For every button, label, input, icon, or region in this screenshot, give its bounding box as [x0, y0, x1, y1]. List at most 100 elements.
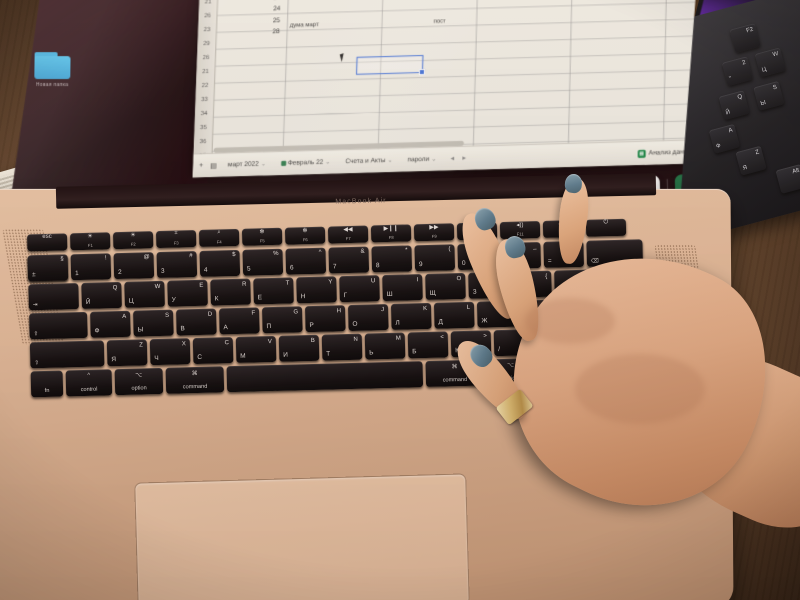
key-R[interactable]: RК [210, 278, 251, 306]
key-label: ⇥ [32, 301, 38, 308]
key-N[interactable]: NТ [321, 333, 363, 361]
key-num-±[interactable]: § ± [27, 254, 69, 282]
key-label: X [181, 340, 186, 347]
key-W[interactable]: WЦ [124, 280, 165, 308]
key-D[interactable]: DВ [176, 308, 217, 336]
key-B[interactable]: BИ [278, 334, 320, 362]
spreadsheet-window[interactable]: 24212623292621223334353637 2223242528 ду… [193, 0, 700, 178]
key-Q[interactable]: QЙ [81, 281, 122, 310]
data-cell[interactable]: 28 [272, 28, 279, 35]
key-label: F4 [216, 239, 222, 245]
all-sheets-button[interactable]: ▤ [210, 161, 217, 169]
key-I[interactable]: IШ [382, 274, 423, 302]
key-E[interactable]: EУ [167, 279, 208, 307]
sheet-tab[interactable]: Счета и Акты ⌄ [341, 155, 397, 168]
row-header[interactable]: 26 [198, 13, 216, 19]
key-fn[interactable]: fn [30, 370, 64, 398]
key-shift-left[interactable]: ⇧ [29, 340, 105, 369]
key-fn-F4[interactable]: ⌕ F4 [198, 228, 240, 247]
key-num-3[interactable]: #3 [156, 250, 198, 279]
key-fn-F7[interactable]: ◀◀ F7 [327, 225, 369, 244]
data-cell[interactable]: 24 [273, 5, 280, 12]
chevron-down-icon[interactable]: ⌄ [431, 156, 436, 163]
key-option[interactable]: option ⌥ [114, 367, 164, 396]
nav-next-icon[interactable]: ► [461, 155, 467, 161]
key-G[interactable]: GП [261, 306, 303, 334]
add-sheet-button[interactable]: + [199, 162, 203, 169]
key-<[interactable]: < Б [407, 331, 449, 359]
key-fn-F8[interactable]: ▶❙❙ F8 [370, 224, 412, 243]
row-header[interactable]: 29 [197, 41, 215, 47]
key-label: 5 [246, 265, 251, 273]
key-label: Й [85, 298, 91, 306]
key-fn-F2[interactable]: ☀ F2 [112, 231, 154, 250]
key-fn-F1[interactable]: ☀ F1 [69, 232, 111, 251]
analyze-data-button[interactable]: ▦ Анализ данных [638, 148, 695, 158]
key-label: ⌗ [174, 230, 178, 237]
row-header[interactable]: 23 [198, 27, 216, 33]
ext-key-label: S [772, 84, 778, 92]
sheet-tab[interactable]: Февраль 22 ⌄ [277, 156, 335, 169]
chevron-down-icon[interactable]: ⌄ [261, 160, 266, 167]
trackpad[interactable] [134, 473, 470, 600]
data-cell[interactable]: 25 [273, 17, 280, 24]
key-C[interactable]: CС [192, 337, 234, 365]
row-header[interactable]: 34 [195, 111, 213, 118]
chevron-down-icon[interactable]: ⌄ [325, 159, 330, 166]
row-header[interactable]: 33 [195, 97, 213, 104]
key-M[interactable]: MЬ [364, 332, 406, 360]
key-V[interactable]: VМ [235, 335, 277, 363]
key-num-8[interactable]: * 8 [371, 245, 413, 273]
key-fn-F3[interactable]: ⌗ F3 [155, 229, 197, 249]
ext-key-W[interactable]: WЦ [754, 47, 786, 78]
row-header[interactable]: 21 [199, 0, 217, 6]
chevron-down-icon[interactable]: ⌄ [387, 157, 392, 164]
key-label: H [336, 307, 342, 314]
key-J[interactable]: JО [347, 303, 389, 332]
key-num-9[interactable]: (9 [414, 244, 456, 272]
row-header[interactable]: 36 [194, 139, 212, 146]
key-Y[interactable]: YН [296, 276, 337, 304]
row-header[interactable]: 35 [194, 125, 212, 132]
photo-scene: F22"WЦSЫQЙAФZЯAlt⊞ Новая папка 242126232… [0, 0, 800, 600]
key-command[interactable]: command ⌘ [165, 366, 225, 394]
sheet-nav-arrows[interactable]: ◄ ► [449, 155, 467, 162]
desktop-folder-icon[interactable] [34, 52, 70, 79]
sheet-tab[interactable]: март 2022 ⌄ [224, 158, 270, 170]
key-fn-F9[interactable]: ▶▶ F9 [413, 223, 455, 242]
key-space[interactable] [226, 361, 424, 393]
key-T[interactable]: TЕ [253, 277, 294, 305]
selected-cell[interactable] [356, 55, 423, 75]
key-K[interactable]: KЛ [390, 302, 432, 330]
key-caps[interactable]: ⇪ [29, 311, 88, 340]
key-F[interactable]: FА [218, 307, 260, 335]
key-num-6[interactable]: ^ 6 [285, 247, 327, 275]
key-label: Ф [94, 327, 100, 335]
nav-prev-icon[interactable]: ◄ [449, 156, 455, 162]
row-header[interactable]: 22 [196, 83, 214, 89]
key-num-2[interactable]: @2 [113, 252, 155, 280]
key-num-4[interactable]: $4 [199, 249, 241, 277]
key-label: F2 [130, 241, 136, 247]
key-Z[interactable]: ZЯ [106, 339, 148, 367]
row-header[interactable]: 26 [197, 55, 215, 61]
key-num-7[interactable]: & 7 [328, 246, 370, 274]
ext-key-Alt[interactable]: Alt [775, 163, 800, 194]
key-H[interactable]: HР [304, 305, 346, 333]
key-fn-F5[interactable]: ✻ F5 [241, 227, 283, 246]
key-tab[interactable]: ⇥ [28, 283, 79, 311]
key-fn-esc[interactable]: esc [26, 233, 68, 252]
key-A[interactable]: AФ [90, 310, 131, 338]
key-control[interactable]: control ^ [65, 369, 113, 397]
cell-text-post[interactable]: пост [433, 19, 445, 25]
key-U[interactable]: UГ [339, 275, 380, 303]
ext-key-S[interactable]: SЫ [753, 80, 785, 111]
key-fn-F6[interactable]: ✻ F6 [284, 226, 326, 245]
key-num-5[interactable]: % 5 [242, 248, 284, 276]
sheet-tab[interactable]: пароли ⌄ [403, 154, 440, 166]
cell-text-duma[interactable]: дума март [290, 22, 319, 29]
key-X[interactable]: XЧ [149, 338, 191, 366]
key-num-1[interactable]: ! 1 [70, 253, 112, 281]
key-S[interactable]: SЫ [133, 309, 174, 337]
row-header[interactable]: 21 [196, 69, 214, 75]
